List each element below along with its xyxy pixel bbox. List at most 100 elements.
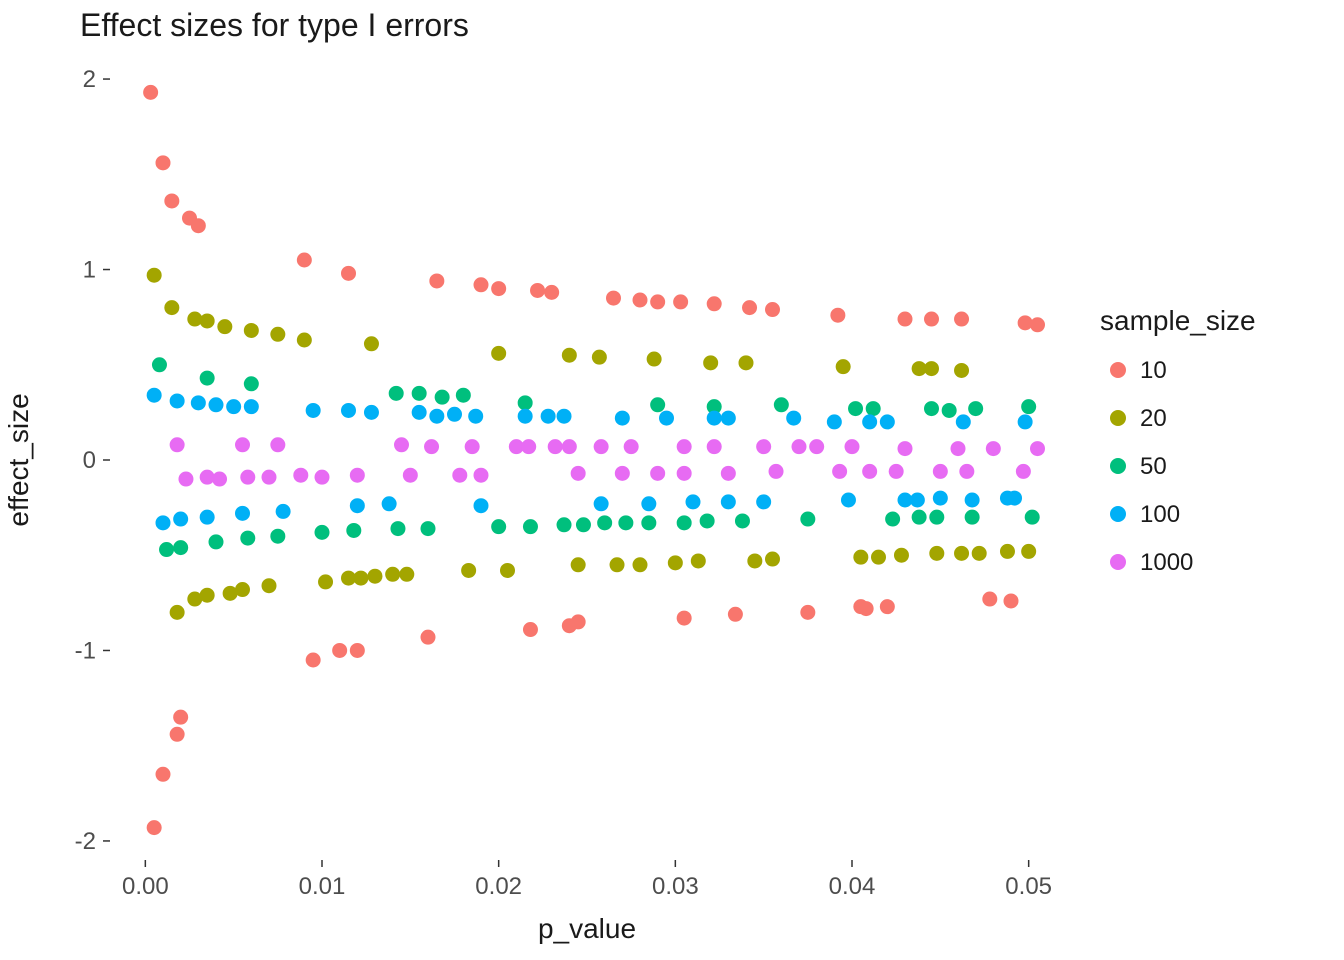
data-point [668, 555, 683, 570]
legend-swatch [1110, 506, 1126, 522]
data-point [721, 466, 736, 481]
data-point [827, 414, 842, 429]
data-point [624, 439, 639, 454]
data-point [240, 470, 255, 485]
data-point [143, 85, 158, 100]
data-point [421, 521, 436, 536]
data-point [898, 312, 913, 327]
chart-title: Effect sizes for type I errors [80, 7, 469, 43]
legend-item-label: 10 [1140, 357, 1167, 384]
data-point [235, 506, 250, 521]
data-point [871, 550, 886, 565]
data-point [209, 534, 224, 549]
data-point [173, 540, 188, 555]
data-point [173, 710, 188, 725]
data-point [986, 441, 1001, 456]
data-point [650, 397, 665, 412]
legend: sample_size1020501001000 [1100, 305, 1256, 576]
data-point [557, 409, 572, 424]
y-tick-label: 2 [83, 66, 96, 93]
data-point [610, 557, 625, 572]
data-point [929, 510, 944, 525]
data-point [677, 611, 692, 626]
data-point [618, 515, 633, 530]
data-point [159, 542, 174, 557]
data-point [147, 820, 162, 835]
data-point [200, 510, 215, 525]
data-point [739, 355, 754, 370]
data-point [262, 470, 277, 485]
data-point [707, 411, 722, 426]
data-point [792, 439, 807, 454]
data-point [297, 333, 312, 348]
data-point [898, 441, 913, 456]
legend-item-label: 100 [1140, 501, 1180, 528]
data-point [156, 155, 171, 170]
data-point [429, 409, 444, 424]
data-point [735, 513, 750, 528]
data-point [1021, 544, 1036, 559]
data-point [341, 403, 356, 418]
data-point [164, 300, 179, 315]
data-point [465, 439, 480, 454]
y-tick-label: -2 [75, 828, 96, 855]
data-point [633, 293, 648, 308]
legend-title: sample_size [1100, 305, 1256, 336]
data-point [544, 285, 559, 300]
data-point [594, 439, 609, 454]
data-point [276, 504, 291, 519]
data-point [571, 614, 586, 629]
data-point [1021, 399, 1036, 414]
data-point [954, 312, 969, 327]
data-point [924, 361, 939, 376]
data-point [942, 403, 957, 418]
data-point [156, 767, 171, 782]
data-point [491, 281, 506, 296]
data-point [217, 319, 232, 334]
legend-swatch [1110, 410, 1126, 426]
data-point [845, 439, 860, 454]
data-point [968, 401, 983, 416]
legend-item-label: 50 [1140, 453, 1167, 480]
data-point [518, 409, 533, 424]
data-point [707, 296, 722, 311]
data-point [982, 592, 997, 607]
data-point [429, 273, 444, 288]
data-point [491, 346, 506, 361]
data-point [1025, 510, 1040, 525]
data-point [650, 294, 665, 309]
data-point [728, 607, 743, 622]
data-point [341, 266, 356, 281]
data-point [270, 437, 285, 452]
data-point [1000, 544, 1015, 559]
data-point [468, 409, 483, 424]
data-point [721, 494, 736, 509]
data-point [972, 546, 987, 561]
data-point [424, 439, 439, 454]
data-point [293, 468, 308, 483]
data-point [562, 348, 577, 363]
data-point [747, 553, 762, 568]
data-point [880, 599, 895, 614]
x-tick-label: 0.02 [475, 873, 522, 900]
data-point [742, 300, 757, 315]
data-point [178, 472, 193, 487]
data-point [912, 510, 927, 525]
data-point [350, 468, 365, 483]
data-point [385, 567, 400, 582]
data-point [673, 294, 688, 309]
data-point [677, 515, 692, 530]
data-point [500, 563, 515, 578]
data-point [474, 468, 489, 483]
data-point [412, 386, 427, 401]
data-point [240, 531, 255, 546]
data-point [394, 437, 409, 452]
data-point [576, 517, 591, 532]
data-point [390, 521, 405, 536]
data-point [571, 466, 586, 481]
legend-swatch [1110, 362, 1126, 378]
legend-swatch [1110, 554, 1126, 570]
data-point [765, 552, 780, 567]
data-point [452, 468, 467, 483]
data-point [606, 291, 621, 306]
